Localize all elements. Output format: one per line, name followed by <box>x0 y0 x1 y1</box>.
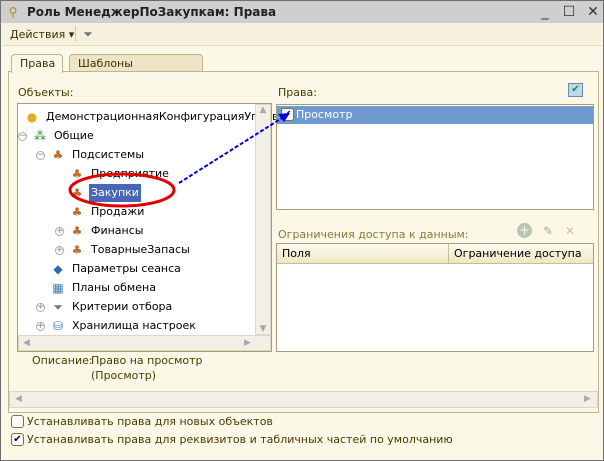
tab-rights[interactable]: Права <box>11 54 63 73</box>
annotation-arrow <box>178 117 283 184</box>
arrow-head <box>278 113 290 122</box>
highlight-ellipse <box>68 172 176 208</box>
annotation-overlay <box>68 113 290 208</box>
